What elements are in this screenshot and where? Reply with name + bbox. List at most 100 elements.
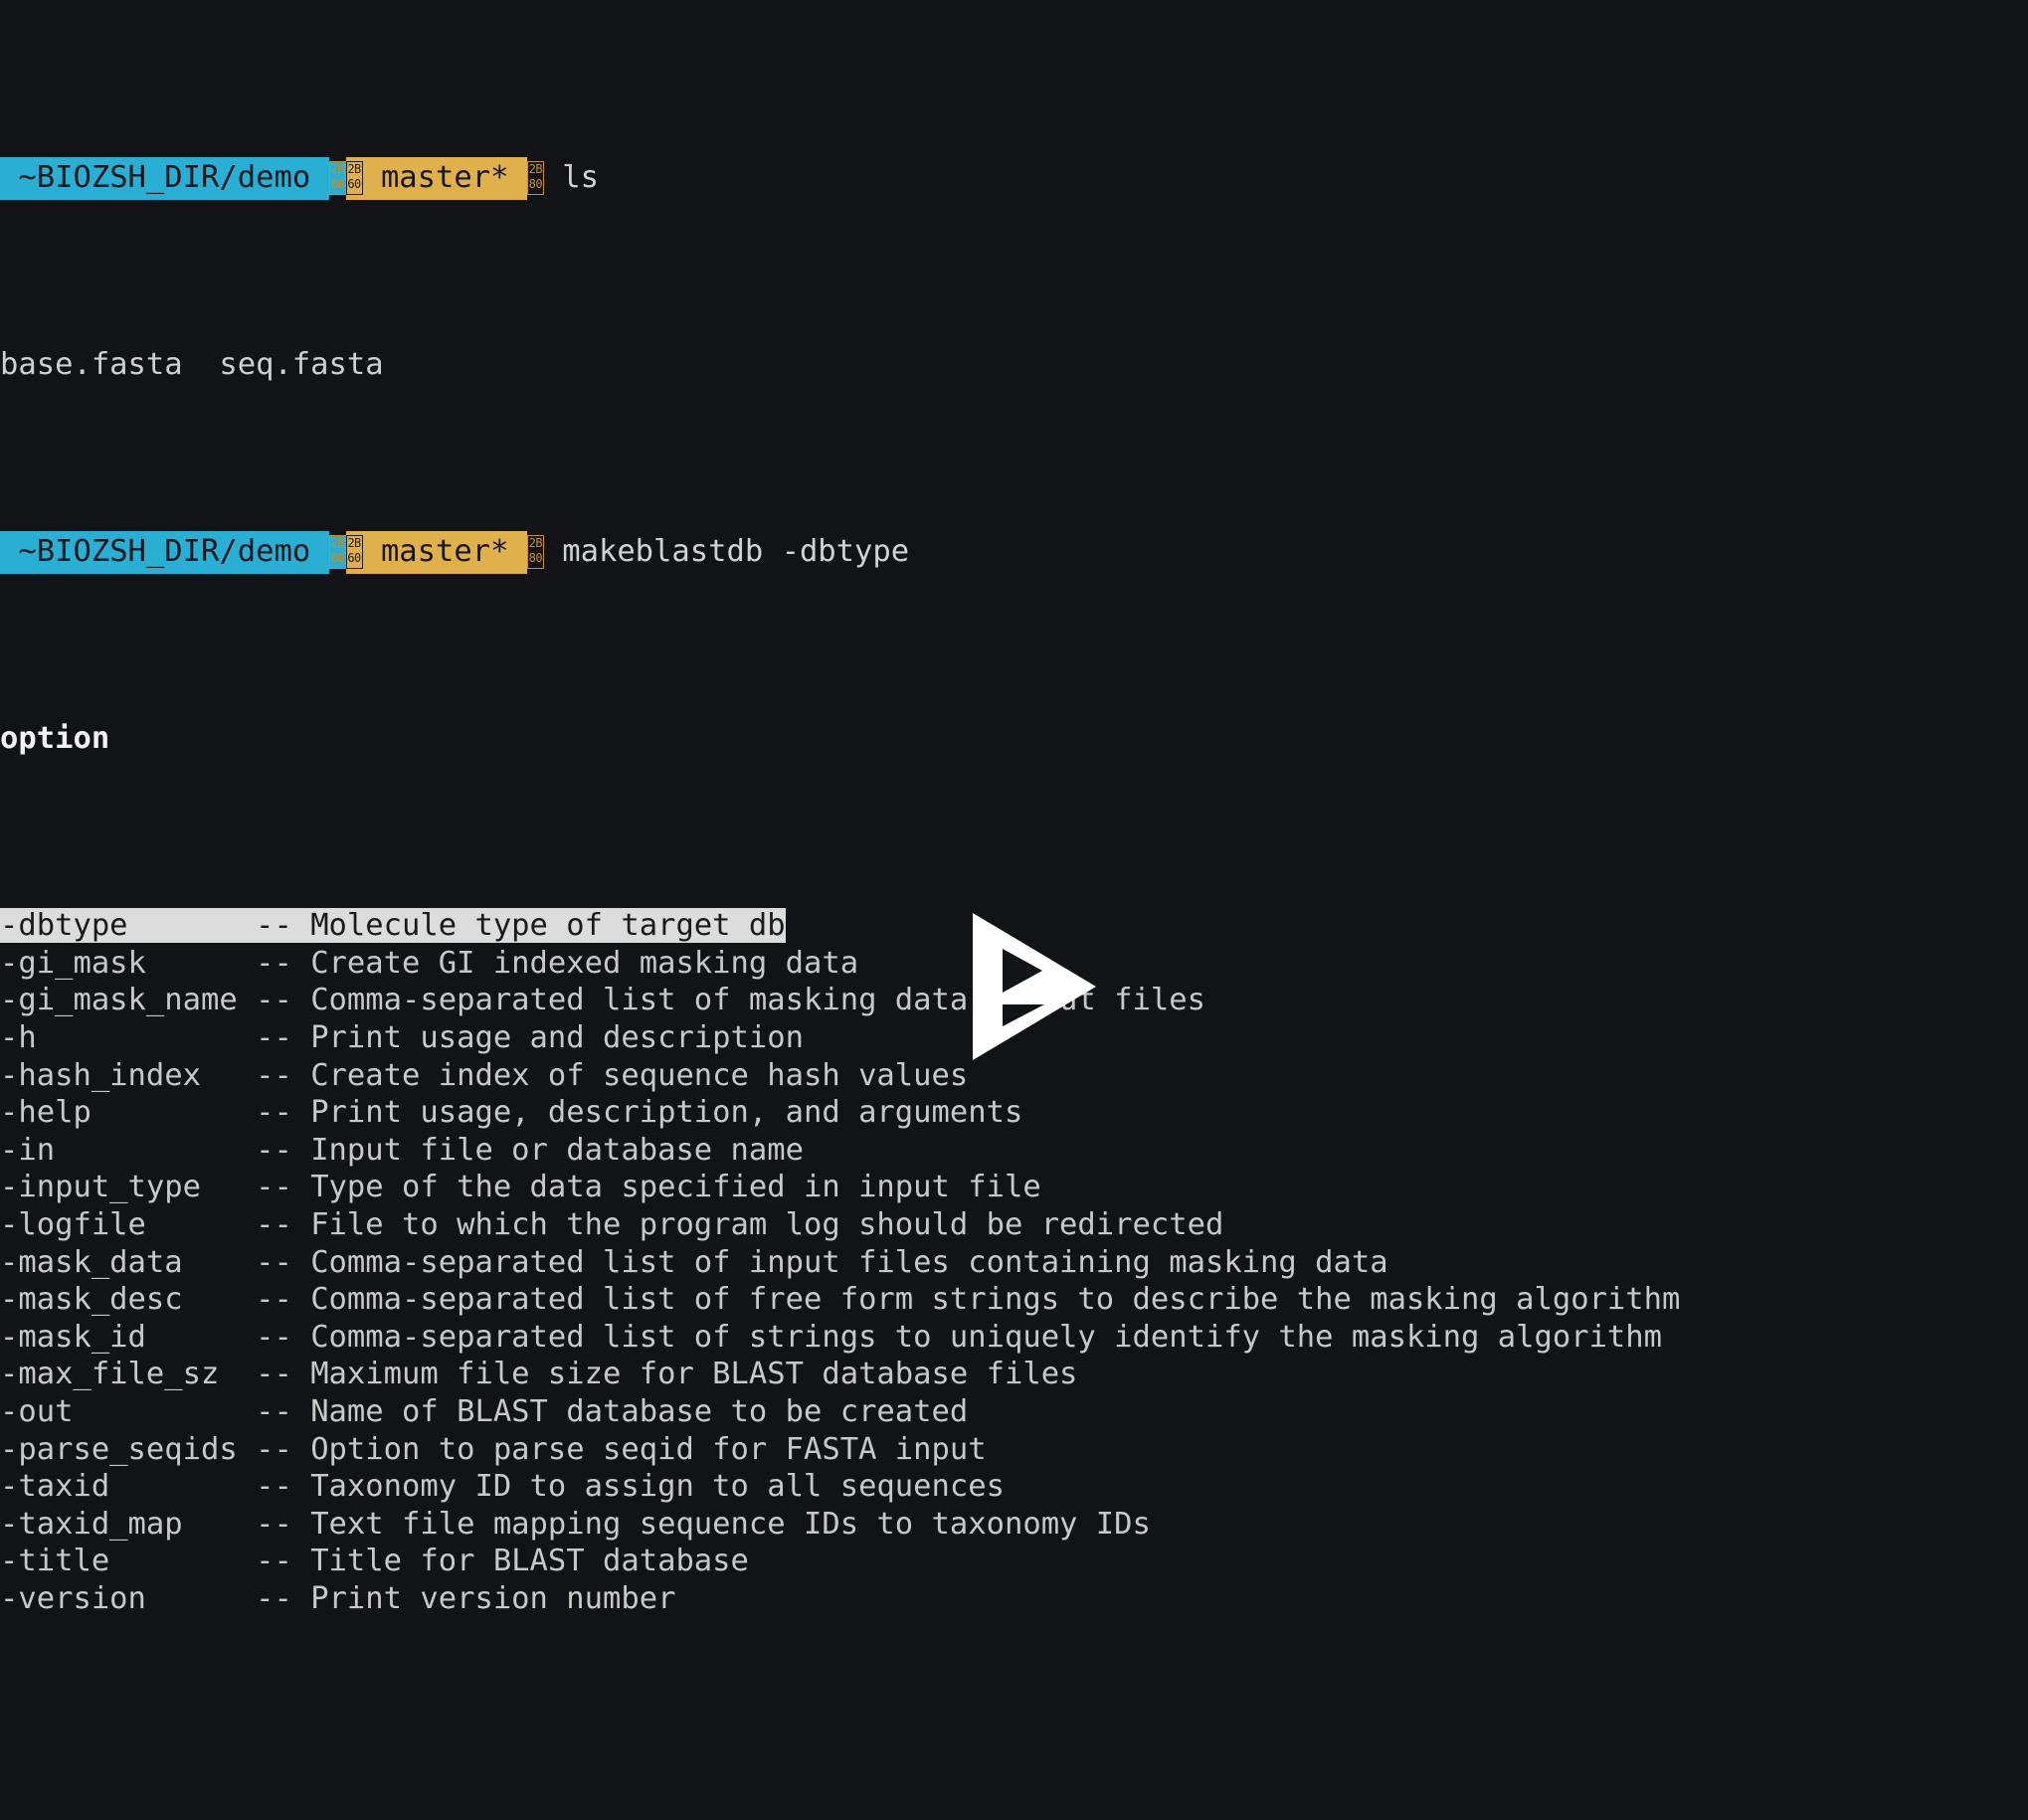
completion-option-padding [73, 1394, 256, 1429]
command-text-1: ls [544, 160, 599, 195]
completion-option-name: -help [0, 1095, 92, 1131]
terminal-screen: ~BIOZSH_DIR/demo 2B 80 2B 60 master* 2B 80 l… [0, 0, 2028, 1820]
prompt-git-branch-text: master* [380, 160, 509, 196]
command-1-value: ls [562, 160, 599, 196]
completion-option-description: Print version number [310, 1580, 676, 1616]
completion-option-row[interactable]: -in -- Input file or database name [0, 1132, 2028, 1170]
git-branch-code-bottom: 60 [347, 177, 361, 192]
completion-option-description: Print usage, description, and arguments [310, 1095, 1023, 1131]
completion-option-name: -hash_index [0, 1057, 201, 1093]
completion-option-separator: -- [256, 1282, 311, 1318]
completion-option-row[interactable]: -taxid -- Taxonomy ID to assign to all s… [0, 1468, 2028, 1506]
completion-option-description: Title for BLAST database [310, 1544, 749, 1579]
completion-option-row[interactable]: -max_file_sz -- Maximum file size for BL… [0, 1356, 2028, 1393]
powerline-separator-end-icon: 2B 80 [526, 161, 544, 196]
completion-option-row[interactable]: -input_type -- Type of the data specifie… [0, 1169, 2028, 1206]
completion-option-description: Text file mapping sequence IDs to taxono… [310, 1506, 1151, 1542]
completion-option-padding [238, 983, 256, 1017]
completion-option-row[interactable]: -mask_id -- Comma-separated list of stri… [0, 1319, 2028, 1357]
completion-option-row[interactable]: -logfile -- File to which the program lo… [0, 1206, 2028, 1244]
completion-option-separator: -- [256, 1132, 311, 1168]
completion-option-padding [219, 1357, 256, 1391]
completion-option-row[interactable]: -parse_seqids -- Option to parse seqid f… [0, 1431, 2028, 1469]
completion-group-header: option [0, 721, 110, 757]
completion-option-separator: -- [256, 1170, 311, 1205]
powerline-separator-icon-2: 2B 80 [328, 535, 346, 570]
powerline-end-code-top: 2B [528, 162, 543, 177]
completion-option-padding [183, 1507, 256, 1542]
completion-option-row[interactable]: -taxid_map -- Text file mapping sequence… [0, 1506, 2028, 1544]
completion-option-separator: -- [256, 983, 311, 1018]
git-branch-icon-2: 2B 60 [345, 535, 363, 570]
completion-option-name: -out [0, 1393, 74, 1429]
command-output-1: base.fasta seq.fasta [0, 347, 384, 383]
completion-option-name: -input_type [0, 1170, 201, 1205]
command-2-value: makeblastdb -dbtype [562, 534, 910, 570]
git-branch-2-code-top: 2B [347, 536, 361, 551]
completion-option-row[interactable]: -version -- Print version number [0, 1580, 2028, 1618]
completion-option-separator: -- [256, 1095, 311, 1131]
completion-option-padding [201, 1058, 256, 1093]
completion-option-separator: -- [256, 908, 311, 944]
completion-option-separator: -- [256, 1207, 311, 1242]
completion-option-name: -in [0, 1132, 56, 1168]
powerline-separator-code-bottom: 80 [330, 177, 344, 192]
completion-option-name: -gi_mask_name [0, 983, 238, 1018]
git-branch-code-top: 2B [347, 162, 361, 177]
completion-option-name: -h [0, 1020, 37, 1056]
completion-option-description: Comma-separated list of free form string… [310, 1282, 1681, 1318]
completion-option-name: -taxid_map [0, 1506, 183, 1542]
completion-option-padding [146, 1581, 256, 1616]
completion-option-separator: -- [256, 1319, 311, 1355]
play-button[interactable] [973, 838, 1096, 1061]
completion-option-separator: -- [256, 1544, 311, 1579]
completion-option-row[interactable]: -mask_data -- Comma-separated list of in… [0, 1244, 2028, 1282]
completion-option-padding [92, 1095, 256, 1130]
completion-option-row[interactable]: -title -- Title for BLAST database [0, 1543, 2028, 1580]
completion-option-description: Option to parse seqid for FASTA input [310, 1431, 987, 1467]
prompt-git-segment: 2B 60 master* [345, 157, 527, 201]
completion-option-name: -mask_desc [0, 1282, 183, 1318]
completion-option-separator: -- [256, 1506, 311, 1542]
completion-option-name: -dbtype [0, 908, 128, 944]
completion-option-separator: -- [256, 1244, 311, 1280]
prompt-path-text: ~BIOZSH_DIR/demo [18, 160, 311, 196]
prompt-git-segment-2: 2B 60 master* [345, 531, 527, 575]
completion-option-padding [201, 1170, 256, 1204]
powerline-end-code-bottom: 80 [528, 177, 543, 192]
prompt-path-segment-2: ~BIOZSH_DIR/demo [0, 531, 329, 575]
completion-option-separator: -- [256, 1057, 311, 1093]
prompt-git-branch-text-2: master* [380, 534, 509, 570]
completion-option-padding [238, 1432, 256, 1467]
completion-option-row[interactable]: -out -- Name of BLAST database to be cre… [0, 1393, 2028, 1431]
completion-option-padding [146, 946, 256, 981]
completion-option-padding [128, 908, 257, 943]
play-triangle-icon[interactable] [973, 913, 1096, 1061]
completion-option-padding [183, 1245, 256, 1280]
git-branch-icon: 2B 60 [345, 161, 363, 196]
completion-option-name: -version [0, 1580, 146, 1616]
completion-option-name: -logfile [0, 1207, 146, 1242]
completion-option-padding [37, 1020, 256, 1055]
powerline-separator-2-code-top: 2B [330, 536, 344, 551]
completion-option-description: Create index of sequence hash values [310, 1057, 969, 1093]
completion-option-name: -taxid [0, 1469, 110, 1505]
completion-option-description: Type of the data specified in input file [310, 1170, 1041, 1205]
prompt-line-1: ~BIOZSH_DIR/demo 2B 80 2B 60 master* 2B 80 l… [0, 157, 2028, 201]
command-text-2: makeblastdb -dbtype [544, 534, 909, 569]
completion-option-description: Comma-separated list of strings to uniqu… [310, 1319, 1663, 1355]
prompt-path-segment: ~BIOZSH_DIR/demo [0, 157, 329, 201]
completion-option-description: Input file or database name [310, 1132, 804, 1168]
completion-option-padding [146, 1207, 256, 1242]
completion-option-description: Create GI indexed masking data [310, 945, 859, 981]
completion-option-row[interactable]: -mask_desc -- Comma-separated list of fr… [0, 1281, 2028, 1319]
prompt-line-2: ~BIOZSH_DIR/demo 2B 80 2B 60 master* 2B 80 m… [0, 531, 2028, 575]
powerline-end-2-code-bottom: 80 [528, 551, 543, 566]
completion-option-name: -mask_id [0, 1319, 146, 1355]
completion-option-padding [109, 1544, 256, 1578]
completion-option-padding [183, 1282, 256, 1317]
prompt-path-text-2: ~BIOZSH_DIR/demo [18, 534, 311, 570]
git-branch-2-code-bottom: 60 [347, 551, 361, 566]
completion-option-separator: -- [256, 1580, 311, 1616]
completion-option-description: Taxonomy ID to assign to all sequences [310, 1469, 1005, 1505]
